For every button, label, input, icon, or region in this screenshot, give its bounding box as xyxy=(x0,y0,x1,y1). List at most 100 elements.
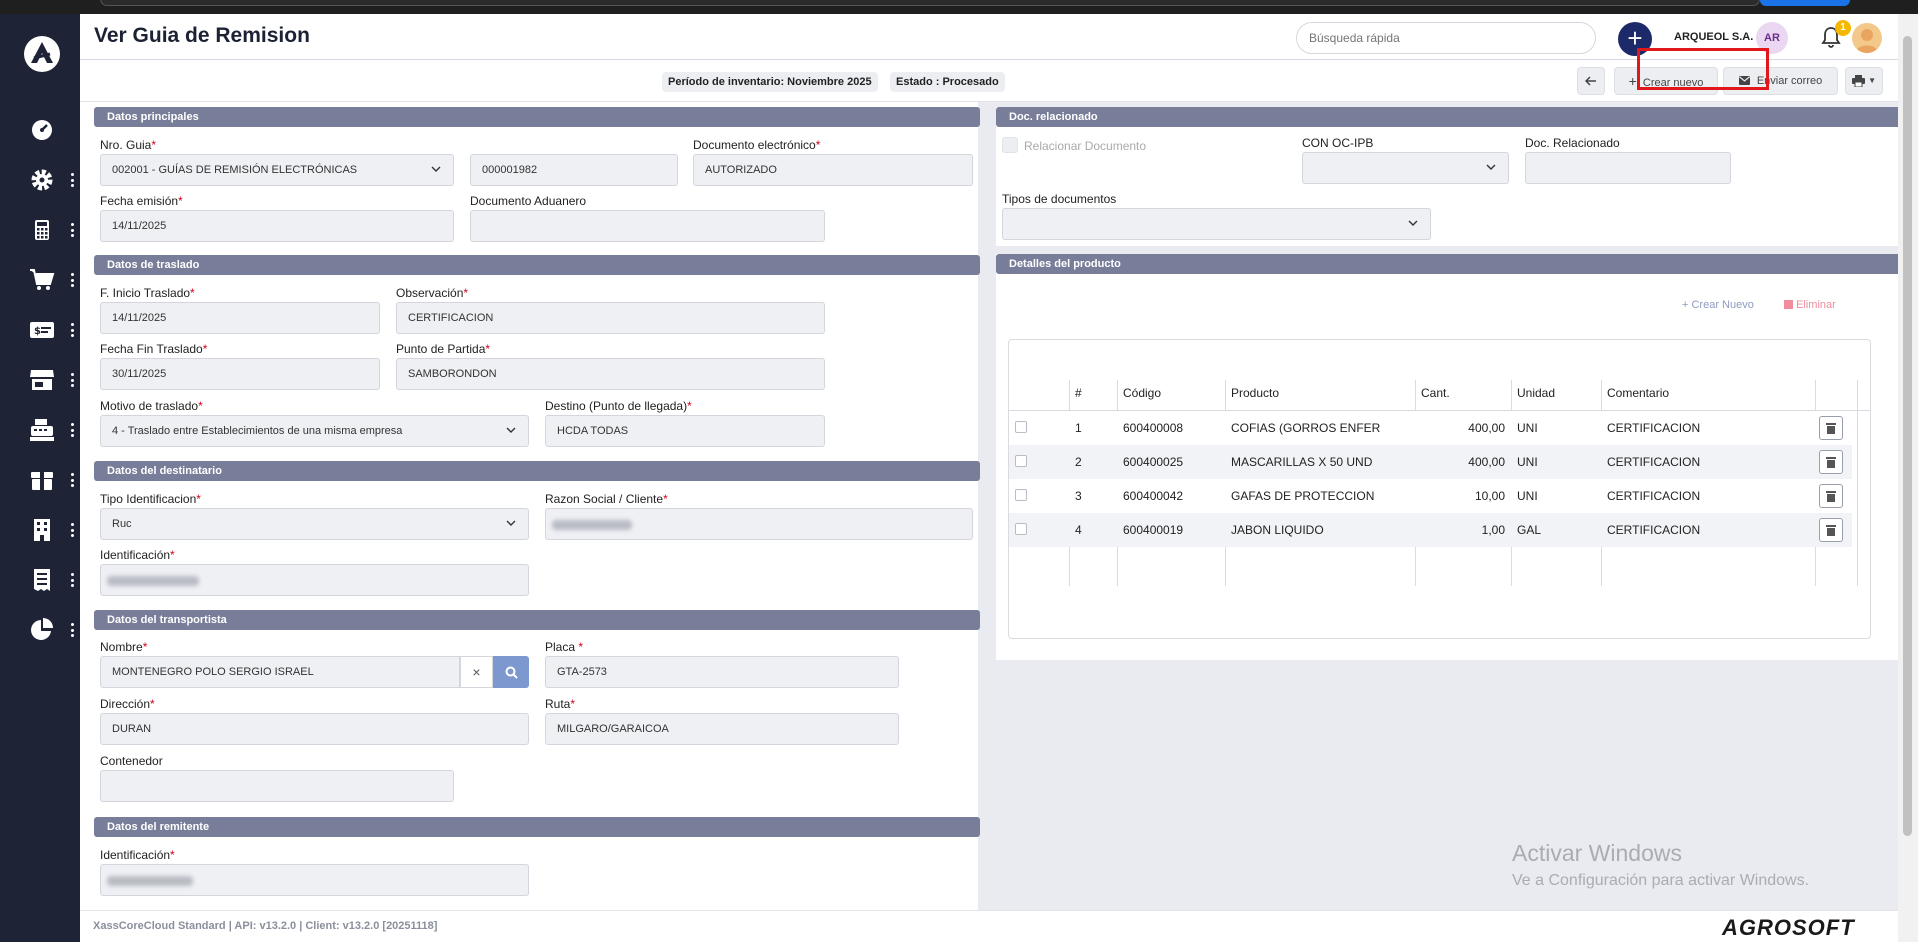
doc-relacionado-panel: Doc. relacionado Relacionar Documento CO… xyxy=(996,107,1918,246)
sidebar-item-store[interactable] xyxy=(0,360,80,400)
productos-table: # Código Producto Cant. Unidad Comentari… xyxy=(1008,339,1871,639)
observacion-field[interactable]: CERTIFICACION xyxy=(396,302,825,334)
nro-guia-select[interactable]: 002001 - GUÍAS DE REMISIÓN ELECTRÓNICAS xyxy=(100,154,454,186)
app-logo-icon[interactable] xyxy=(22,34,62,74)
punto-partida-field[interactable]: SAMBORONDON xyxy=(396,358,825,390)
redacted-text xyxy=(107,876,193,886)
more-icon[interactable] xyxy=(70,223,74,237)
doc-electronico-field[interactable]: AUTORIZADO xyxy=(693,154,973,186)
row-checkbox[interactable] xyxy=(1015,489,1027,501)
col-header-unidad[interactable]: Unidad xyxy=(1517,386,1555,400)
windows-activation-title: Activar Windows xyxy=(1512,840,1682,866)
col-header-num[interactable]: # xyxy=(1075,386,1082,400)
col-header-comentario[interactable]: Comentario xyxy=(1607,386,1669,400)
row-checkbox[interactable] xyxy=(1015,421,1027,433)
footer: XassCoreCloud Standard | API: v13.2.0 | … xyxy=(80,910,1898,942)
direccion-field[interactable]: DURAN xyxy=(100,713,529,745)
topbar: Ver Guia de Remision + ARQUEOL S.A. AR 1 xyxy=(80,14,1898,60)
print-dropdown-button[interactable]: ▼ xyxy=(1845,67,1883,95)
relacionar-checkbox[interactable] xyxy=(1002,137,1018,153)
delete-row-button[interactable] xyxy=(1819,518,1843,542)
scrollbar[interactable] xyxy=(1898,14,1918,942)
destino-field[interactable]: HCDA TODAS xyxy=(545,415,825,447)
more-icon[interactable] xyxy=(70,523,74,537)
con-oc-select[interactable] xyxy=(1302,152,1509,184)
more-icon[interactable] xyxy=(70,173,74,187)
col-header-codigo[interactable]: Código xyxy=(1123,386,1161,400)
row-checkbox[interactable] xyxy=(1015,455,1027,467)
sidebar-item-pos[interactable] xyxy=(0,410,80,450)
page-title: Ver Guia de Remision xyxy=(94,24,310,47)
clear-icon[interactable]: × xyxy=(460,656,493,688)
more-icon[interactable] xyxy=(70,273,74,287)
user-avatar[interactable] xyxy=(1852,23,1882,53)
back-button[interactable] xyxy=(1577,67,1605,95)
row-comentario: CERTIFICACION xyxy=(1607,489,1701,503)
f-inicio-field[interactable]: 14/11/2025 xyxy=(100,302,380,334)
company-name[interactable]: ARQUEOL S.A. xyxy=(1674,31,1753,43)
scrollbar-thumb[interactable] xyxy=(1903,36,1912,836)
sidebar-item-settings[interactable] xyxy=(0,160,80,200)
sidebar-item-documents[interactable] xyxy=(0,560,80,600)
search-input[interactable] xyxy=(1296,22,1596,54)
nombre-field[interactable]: MONTENEGRO POLO SERGIO ISRAEL xyxy=(100,656,460,688)
identificacion-field[interactable] xyxy=(100,564,529,596)
more-icon[interactable] xyxy=(70,423,74,437)
chevron-down-icon xyxy=(506,520,516,526)
razon-social-field[interactable] xyxy=(545,508,973,540)
ruta-field[interactable]: MILGARO/GARAICOA xyxy=(545,713,899,745)
browser-button[interactable] xyxy=(1760,0,1850,6)
doc-rel-field[interactable] xyxy=(1525,152,1731,184)
crear-nuevo-link[interactable]: + Crear Nuevo xyxy=(1682,299,1754,311)
table-row[interactable]: 1 600400008 COFIAS (GORROS ENFER 400,00 … xyxy=(1009,411,1852,445)
doc-aduanero-field[interactable] xyxy=(470,210,825,242)
chevron-down-icon xyxy=(506,427,516,433)
remitente-identificacion-field[interactable] xyxy=(100,864,529,896)
more-icon[interactable] xyxy=(70,473,74,487)
search-transportista-button[interactable] xyxy=(493,656,529,688)
delete-row-button[interactable] xyxy=(1819,416,1843,440)
more-icon[interactable] xyxy=(70,573,74,587)
contenedor-field[interactable] xyxy=(100,770,454,802)
left-form: Datos principales Nro. Guia* 002001 - GU… xyxy=(80,102,980,910)
sidebar-item-calculator[interactable] xyxy=(0,210,80,250)
fecha-emision-field[interactable]: 14/11/2025 xyxy=(100,210,454,242)
delete-row-button[interactable] xyxy=(1819,450,1843,474)
direccion-label: Dirección* xyxy=(100,697,155,711)
browser-address-bar[interactable] xyxy=(100,0,1760,6)
table-row[interactable]: 2 600400025 MASCARILLAS X 50 UND 400,00 … xyxy=(1009,445,1852,479)
row-checkbox[interactable] xyxy=(1015,523,1027,535)
placa-field[interactable]: GTA-2573 xyxy=(545,656,899,688)
redacted-text xyxy=(552,520,632,530)
dashboard-icon xyxy=(28,116,56,144)
eliminar-link[interactable]: Eliminar xyxy=(1784,299,1836,311)
col-header-producto[interactable]: Producto xyxy=(1231,386,1279,400)
sidebar-item-reports[interactable] xyxy=(0,610,80,650)
estado-chip: Estado : Procesado xyxy=(890,72,1005,92)
tipo-id-label: Tipo Identificacion* xyxy=(100,492,201,506)
more-icon[interactable] xyxy=(70,623,74,637)
more-icon[interactable] xyxy=(70,373,74,387)
f-fin-field[interactable]: 30/11/2025 xyxy=(100,358,380,390)
sidebar-item-company[interactable] xyxy=(0,510,80,550)
trash-icon xyxy=(1826,491,1836,502)
col-header-cant[interactable]: Cant. xyxy=(1421,386,1450,400)
row-producto: MASCARILLAS X 50 UND xyxy=(1231,455,1373,469)
delete-row-button[interactable] xyxy=(1819,484,1843,508)
table-row[interactable]: 3 600400042 GAFAS DE PROTECCION 10,00 UN… xyxy=(1009,479,1852,513)
tipos-select[interactable] xyxy=(1002,208,1431,240)
sidebar-item-inventory[interactable] xyxy=(0,460,80,500)
cash-register-icon xyxy=(28,416,56,444)
sidebar-item-dashboard[interactable] xyxy=(0,110,80,150)
sidebar-item-sales[interactable] xyxy=(0,260,80,300)
more-icon[interactable] xyxy=(70,323,74,337)
redacted-text xyxy=(107,576,199,586)
table-row[interactable]: 4 600400019 JABON LIQUIDO 1,00 GAL CERTI… xyxy=(1009,513,1852,547)
sidebar-item-finance[interactable]: $ xyxy=(0,310,80,350)
row-num: 1 xyxy=(1075,421,1082,435)
cart-icon xyxy=(28,266,56,294)
nro-guia-number-field[interactable]: 000001982 xyxy=(470,154,678,186)
motivo-select[interactable]: 4 - Traslado entre Establecimientos de u… xyxy=(100,415,529,447)
tipo-id-select[interactable]: Ruc xyxy=(100,508,529,540)
nro-guia-label: Nro. Guia* xyxy=(100,138,157,152)
